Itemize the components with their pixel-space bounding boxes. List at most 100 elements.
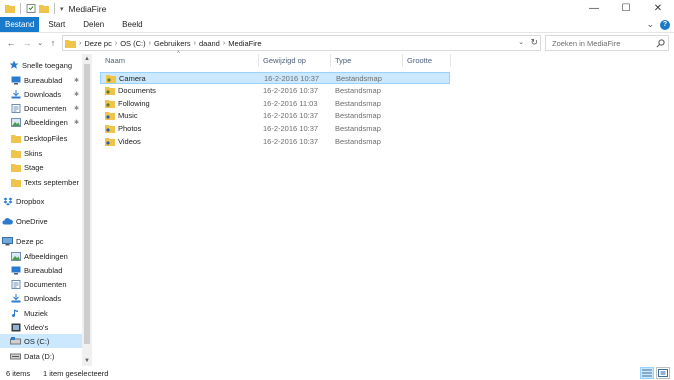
large-icons-view-button[interactable] <box>656 367 670 379</box>
file-name: Music <box>118 111 138 120</box>
nav-pc-downloads[interactable]: Downloads <box>10 291 61 305</box>
forward-button[interactable]: → <box>20 36 34 50</box>
file-type: Bestandsmap <box>336 74 382 83</box>
address-dropdown-icon[interactable]: ⌄ <box>518 38 524 46</box>
help-icon[interactable]: ? <box>660 19 670 30</box>
nav-this-pc[interactable]: Deze pc <box>2 234 44 248</box>
file-type: Bestandsmap <box>335 124 381 133</box>
nav-label: Afbeeldingen <box>24 251 68 261</box>
star-icon <box>8 60 19 70</box>
details-view-icon <box>642 369 652 377</box>
toolbar-separator <box>54 3 55 14</box>
customize-toolbar-icon[interactable]: ▾ <box>60 5 64 13</box>
column-divider[interactable] <box>450 54 451 67</box>
tab-start[interactable]: Start <box>39 17 74 32</box>
status-bar: 6 items 1 item geselecteerd <box>0 367 674 380</box>
file-row[interactable]: Music 16-2-2016 10:37 Bestandsmap <box>100 110 450 122</box>
recent-locations-button[interactable]: ⌄ <box>33 36 47 50</box>
back-button[interactable]: ← <box>4 36 18 50</box>
new-folder-icon[interactable] <box>39 4 49 13</box>
breadcrumb-daand[interactable]: daand <box>196 39 223 48</box>
music-icon <box>10 308 21 318</box>
search-icon[interactable] <box>656 39 665 48</box>
pin-icon: ✱ <box>74 119 80 126</box>
expand-ribbon-icon[interactable]: ⌄ <box>646 19 654 30</box>
maximize-button[interactable]: ☐ <box>610 0 642 17</box>
properties-icon[interactable] <box>26 4 36 13</box>
file-row[interactable]: Following 16-2-2016 11:03 Bestandsmap <box>100 98 450 110</box>
nav-quick-bureaublad[interactable]: Bureaublad ✱ <box>10 73 79 87</box>
nav-label: Documenten <box>24 279 67 289</box>
column-divider[interactable] <box>402 54 403 67</box>
nav-label: Downloads <box>24 89 62 99</box>
column-header-type[interactable]: Type <box>335 56 351 65</box>
computer-icon <box>2 236 13 246</box>
nav-quick-access[interactable]: Snelle toegang <box>0 58 72 72</box>
nav-pc-documenten[interactable]: Documenten <box>10 277 67 291</box>
file-row[interactable]: Videos 16-2-2016 10:37 Bestandsmap <box>100 136 450 148</box>
nav-pc-data-d[interactable]: Data (D:) <box>10 349 54 363</box>
search-box[interactable] <box>545 35 669 51</box>
nav-label: Deze pc <box>16 236 44 246</box>
cloud-icon <box>2 216 13 226</box>
nav-label: Snelle toegang <box>22 60 73 70</box>
desktop-icon <box>10 265 21 275</box>
downloads-icon <box>10 293 21 303</box>
nav-label: Bureaublad <box>24 265 63 275</box>
toolbar-separator <box>20 3 21 14</box>
nav-quick-texts-september[interactable]: Texts september <box>10 175 79 189</box>
scroll-down-icon[interactable]: ▼ <box>82 356 92 366</box>
nav-quick-skins[interactable]: Skins <box>10 146 42 160</box>
ribbon-tabs: Bestand Start Delen Beeld ⌄ ? <box>0 17 674 33</box>
nav-dropbox[interactable]: Dropbox <box>2 194 44 208</box>
file-date: 16-2-2016 10:37 <box>264 74 320 83</box>
window-title: MediaFire <box>68 3 107 14</box>
search-input[interactable] <box>552 38 652 48</box>
nav-pc-muziek[interactable]: Muziek <box>10 306 48 320</box>
file-row[interactable]: Documents 16-2-2016 10:37 Bestandsmap <box>100 85 450 97</box>
nav-pc-os-c[interactable]: OS (C:) <box>0 334 82 348</box>
close-button[interactable]: ✕ <box>642 0 674 17</box>
tab-delen[interactable]: Delen <box>74 17 113 32</box>
sidebar-scroll-thumb[interactable] <box>84 64 90 344</box>
tab-beeld[interactable]: Beeld <box>113 17 151 32</box>
view-switcher <box>640 367 670 379</box>
nav-quick-documenten[interactable]: Documenten ✱ <box>10 101 79 115</box>
refresh-icon[interactable]: ↻ <box>530 37 538 48</box>
column-header-size[interactable]: Grootte <box>407 56 432 65</box>
nav-quick-desktopfiles[interactable]: DesktopFiles <box>10 131 67 145</box>
file-row[interactable]: Camera 16-2-2016 10:37 Bestandsmap <box>100 72 450 84</box>
column-divider[interactable] <box>258 54 259 67</box>
nav-quick-afbeeldingen[interactable]: Afbeeldingen ✱ <box>10 115 79 129</box>
nav-label: Stage <box>24 162 44 172</box>
file-date: 16-2-2016 10:37 <box>263 111 319 120</box>
breadcrumb-mediafire[interactable]: MediaFire <box>225 39 264 48</box>
folder-icon <box>5 5 15 13</box>
column-divider[interactable] <box>330 54 331 67</box>
nav-onedrive[interactable]: OneDrive <box>2 214 48 228</box>
breadcrumb-gebruikers[interactable]: Gebruikers <box>151 39 194 48</box>
file-name: Photos <box>118 124 142 133</box>
nav-pc-afbeeldingen[interactable]: Afbeeldingen <box>10 249 68 263</box>
nav-quick-stage[interactable]: Stage <box>10 160 44 174</box>
minimize-button[interactable]: — <box>578 0 610 17</box>
file-name: Videos <box>118 137 141 146</box>
breadcrumb-os-c[interactable]: OS (C:) <box>117 39 148 48</box>
address-bar[interactable]: › Deze pc › OS (C:) › Gebruikers › daand… <box>62 35 541 51</box>
file-row[interactable]: Photos 16-2-2016 10:37 Bestandsmap <box>100 123 450 135</box>
nav-pc-bureaublad[interactable]: Bureaublad <box>10 263 62 277</box>
details-view-button[interactable] <box>640 367 654 379</box>
nav-label: Downloads <box>24 293 62 303</box>
breadcrumb-deze-pc[interactable]: Deze pc <box>81 39 115 48</box>
folder-icon <box>10 177 21 187</box>
column-header-date[interactable]: Gewijzigd op <box>263 56 306 65</box>
nav-label: OneDrive <box>16 216 48 226</box>
scroll-up-icon[interactable]: ▲ <box>82 54 92 64</box>
window-controls: — ☐ ✕ <box>578 0 674 17</box>
tab-bestand[interactable]: Bestand <box>0 17 40 32</box>
column-header-name[interactable]: Naam <box>105 56 125 65</box>
videos-icon <box>10 322 21 332</box>
up-button[interactable]: ↑ <box>46 36 60 50</box>
nav-pc-videos[interactable]: Video's <box>10 320 48 334</box>
nav-quick-downloads[interactable]: Downloads ✱ <box>10 87 79 101</box>
